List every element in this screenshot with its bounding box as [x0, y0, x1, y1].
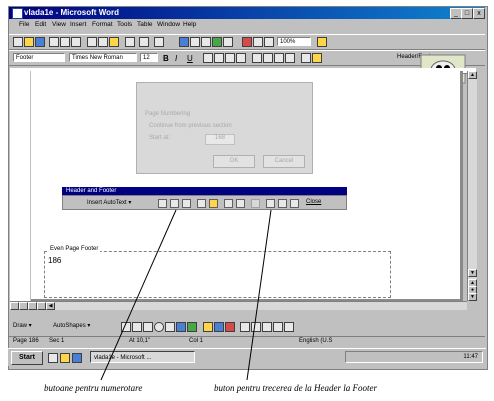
- switch-arrow: [246, 209, 272, 381]
- annotation-arrows: [100, 209, 272, 381]
- caption-switch-button: buton pentru trecerea de la Header la Fo…: [214, 383, 378, 393]
- caption-numbering-buttons: butoane pentru numerotare: [44, 383, 143, 393]
- numbering-arrow: [100, 209, 177, 381]
